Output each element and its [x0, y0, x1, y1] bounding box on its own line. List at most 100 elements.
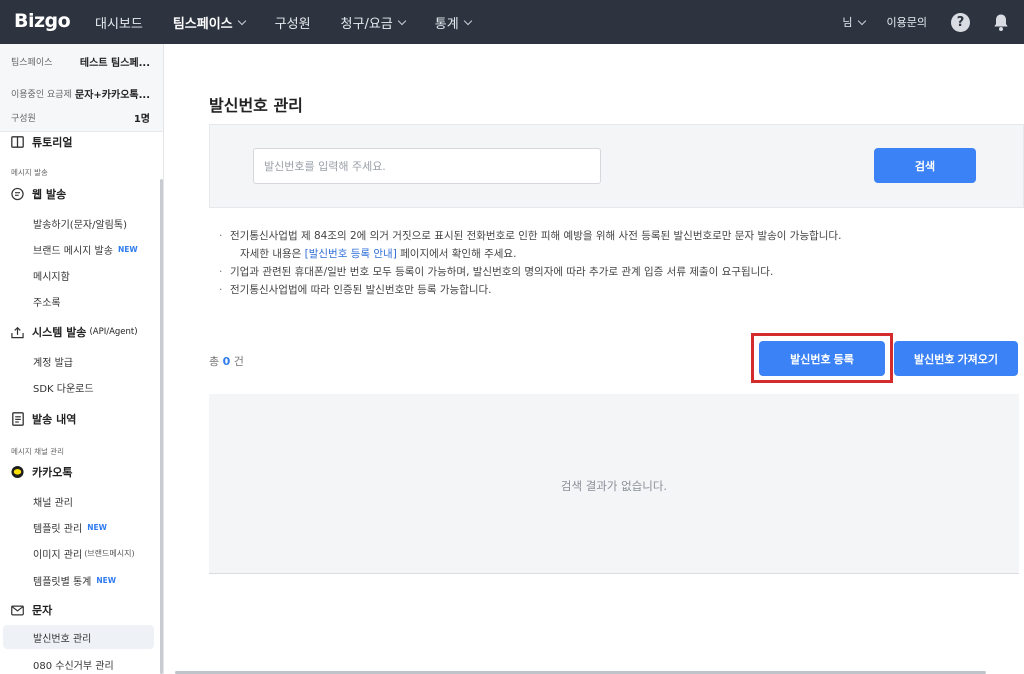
address-book-label: 주소록	[33, 298, 61, 309]
section-label-message: 메시지 발송	[11, 168, 48, 177]
send-history-label: 발송 내역	[32, 413, 77, 426]
template-manage-label: 템플릿 관리	[33, 524, 83, 535]
sidebar-item-template-stats[interactable]: 템플릿별 통계 NEW	[33, 573, 116, 588]
notice-item: · 기업과 관련된 휴대폰/일반 번호 모두 등록이 가능하며, 발신번호의 명의…	[219, 263, 841, 281]
sidebar-item-send-history[interactable]: 발송 내역	[11, 411, 76, 427]
search-button[interactable]: 검색	[874, 148, 976, 183]
nav-billing-label: 청구/요금	[340, 16, 393, 32]
main-nav: 대시보드 팀스페이스 구성원 청구/요금 통계	[95, 0, 501, 44]
count-prefix: 총	[209, 355, 223, 368]
bullet: ·	[219, 266, 223, 278]
search-input[interactable]	[253, 148, 601, 184]
workspace-row[interactable]: 팀스페이스 테스트 팀스페...	[11, 54, 150, 69]
upload-icon	[11, 326, 24, 339]
sidebar-item-tutorial[interactable]: 튜토리얼	[11, 134, 72, 150]
empty-result-message: 검색 결과가 없습니다.	[560, 479, 668, 493]
workspace-value: 테스트 팀스페...	[79, 58, 150, 69]
bizgo-logo[interactable]: Bizgo	[14, 10, 71, 32]
sidebar-item-channel-manage[interactable]: 채널 관리	[33, 494, 73, 509]
sender-number-label: 발신번호 관리	[33, 633, 92, 645]
nav-statistics[interactable]: 통계	[434, 13, 472, 32]
nav-billing[interactable]: 청구/요금	[340, 13, 407, 32]
notice-text: 기업과 관련된 휴대폰/일반 번호 모두 등록이 가능하며, 발신번호의 명의자…	[230, 266, 774, 278]
chevron-down-icon	[857, 16, 866, 25]
help-icon[interactable]: ?	[951, 12, 970, 32]
inquiry-link[interactable]: 이용문의	[887, 14, 927, 30]
mail-icon	[11, 604, 24, 617]
sidebar-scrollbar[interactable]	[160, 179, 163, 674]
user-menu[interactable]: 님	[842, 14, 866, 30]
notice-text: 페이지에서 확인해 주세요.	[396, 248, 517, 260]
new-badge: NEW	[96, 576, 117, 585]
members-key: 구성원	[11, 114, 36, 124]
nav-dashboard[interactable]: 대시보드	[95, 13, 143, 32]
header-actions: 님 이용문의 ?	[842, 0, 1010, 44]
chevron-down-icon	[463, 16, 472, 25]
send-message-label: 발송하기(문자/알림톡)	[33, 220, 127, 231]
notice-text: 전기통신사업법 제 84조의 2에 의거 거짓으로 표시된 전화번호로 인한 피…	[230, 230, 842, 242]
sidebar-item-address-book[interactable]: 주소록	[33, 294, 61, 309]
sidebar-item-image-manage[interactable]: 이미지 관리 (브랜드메시지)	[33, 546, 135, 561]
sidebar-item-account-issue[interactable]: 계정 발급	[33, 354, 73, 369]
plan-row[interactable]: 이용중인 요금제 문자+카카오톡...	[11, 86, 150, 101]
document-icon	[11, 412, 24, 426]
registration-guide-link[interactable]: [발신번호 등록 안내]	[305, 248, 397, 260]
tutorial-label: 튜토리얼	[32, 136, 73, 149]
nav-dashboard-label: 대시보드	[95, 16, 143, 32]
book-icon	[11, 136, 24, 149]
workspace-key: 팀스페이스	[11, 58, 53, 68]
plan-key: 이용중인 요금제	[11, 90, 72, 100]
register-sender-number-button[interactable]: 발신번호 등록	[759, 341, 885, 376]
sidebar-item-template-manage[interactable]: 템플릿 관리 NEW	[33, 520, 107, 535]
plan-value: 문자+카카오톡...	[75, 90, 150, 101]
sidebar-item-sdk-download[interactable]: SDK 다운로드	[33, 380, 94, 395]
members-row: 구성원 1명	[11, 110, 150, 125]
template-stats-label: 템플릿별 통계	[33, 577, 92, 588]
message-box-label: 메시지함	[33, 272, 70, 283]
sidebar-item-message-box[interactable]: 메시지함	[33, 268, 70, 283]
sidebar-item-sms[interactable]: 문자	[11, 602, 52, 618]
channel-manage-label: 채널 관리	[33, 498, 73, 509]
image-manage-label: 이미지 관리	[33, 550, 83, 561]
nav-members[interactable]: 구성원	[275, 13, 311, 32]
kakaotalk-label: 카카오톡	[32, 466, 73, 479]
sidebar-item-sender-number[interactable]: 발신번호 관리	[3, 625, 154, 649]
bullet: ·	[219, 284, 223, 296]
kakaotalk-icon	[11, 465, 24, 479]
notice-text: 전기통신사업법에 따라 인증된 발신번호만 등록 가능합니다.	[230, 284, 492, 296]
bell-icon[interactable]	[992, 12, 1010, 32]
chevron-down-icon	[237, 16, 246, 25]
system-send-extra: (API/Agent)	[89, 327, 138, 337]
nav-members-label: 구성원	[274, 16, 311, 32]
notice-text: 자세한 내용은	[240, 248, 305, 260]
workspace-info: 팀스페이스 테스트 팀스페... 이용중인 요금제 문자+카카오톡... 구성원…	[0, 44, 163, 132]
new-badge: NEW	[117, 245, 138, 254]
sidebar-item-send-message[interactable]: 발송하기(문자/알림톡)	[33, 216, 127, 231]
sidebar-item-brand-message[interactable]: 브랜드 메시지 발송 NEW	[33, 242, 138, 257]
search-panel: 검색	[209, 124, 1024, 208]
members-value: 1명	[133, 114, 150, 125]
bullet: ·	[219, 230, 223, 242]
result-table: 검색 결과가 없습니다.	[209, 394, 1019, 574]
sidebar-item-kakaotalk[interactable]: 카카오톡	[11, 464, 72, 480]
chevron-down-icon	[397, 16, 407, 25]
sidebar-item-system-send[interactable]: 시스템 발송 (API/Agent)	[11, 324, 138, 340]
sidebar-item-web-send[interactable]: 웹 발송	[11, 186, 66, 202]
top-navigation-bar: Bizgo 대시보드 팀스페이스 구성원 청구/요금 통계 님 이용문의 ?	[0, 0, 1024, 44]
reject-080-label: 080 수신거부 관리	[33, 661, 114, 672]
import-sender-number-button[interactable]: 발신번호 가져오기	[894, 341, 1018, 376]
sdk-download-label: SDK 다운로드	[33, 384, 94, 395]
nav-statistics-label: 통계	[434, 16, 459, 32]
count-suffix: 건	[230, 355, 244, 368]
total-count: 총 0 건	[209, 353, 244, 369]
chat-icon	[11, 187, 24, 201]
main-content: 발신번호 관리 검색 · 전기통신사업법 제 84조의 2에 의거 거짓으로 표시…	[165, 44, 1024, 674]
sidebar-item-080-reject[interactable]: 080 수신거부 관리	[33, 657, 114, 672]
notice-item: · 전기통신사업법 제 84조의 2에 의거 거짓으로 표시된 전화번호로 인한 …	[219, 227, 841, 245]
nav-teamspace[interactable]: 팀스페이스	[173, 13, 246, 32]
new-badge: NEW	[87, 523, 107, 532]
account-issue-label: 계정 발급	[33, 358, 73, 369]
brand-message-label: 브랜드 메시지 발송	[33, 246, 113, 257]
web-send-label: 웹 발송	[32, 188, 67, 201]
section-label-channel: 메시지 채널 관리	[11, 447, 65, 456]
